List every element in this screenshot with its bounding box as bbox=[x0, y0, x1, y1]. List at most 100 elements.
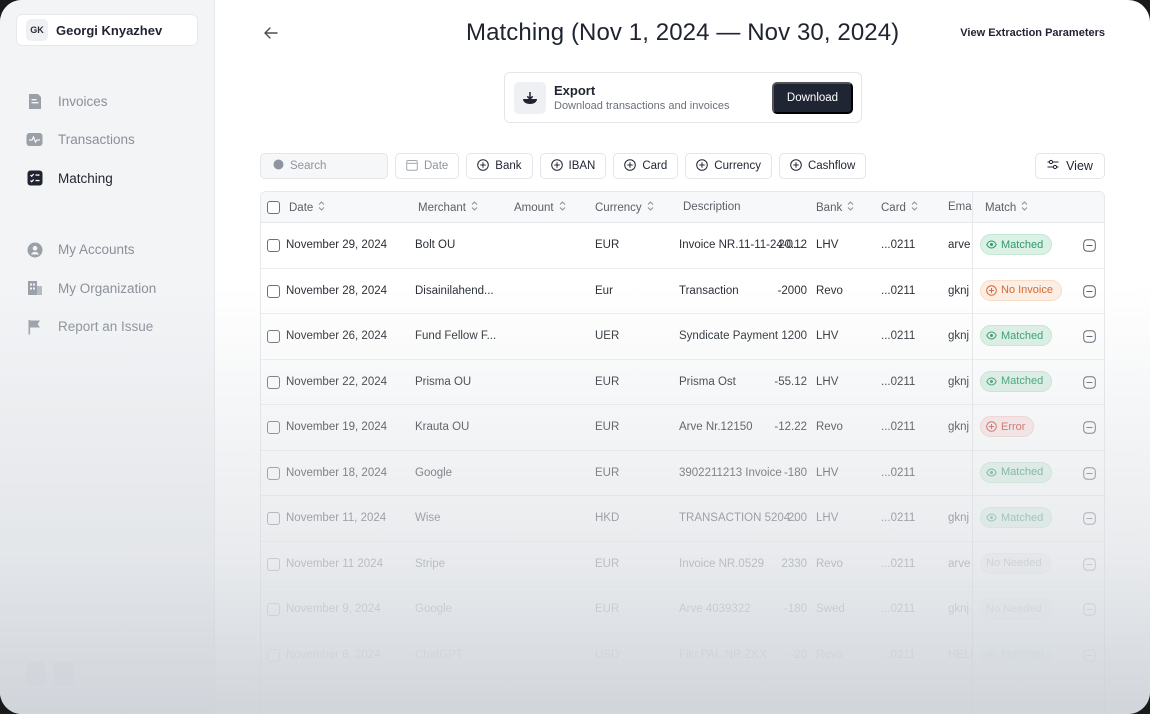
match-status-badge[interactable]: No Needed bbox=[980, 552, 1051, 574]
match-status-badge[interactable]: Error bbox=[980, 416, 1035, 437]
select-all-checkbox[interactable] bbox=[267, 201, 280, 214]
sort-icon bbox=[1021, 201, 1028, 214]
table-row[interactable]: November 6, 2024 ChatGPT -20 USD Fikr.PAL.NR… bbox=[261, 633, 1104, 678]
currency-filter[interactable]: Currency bbox=[685, 153, 772, 179]
row-checkbox[interactable] bbox=[267, 330, 280, 343]
match-status-label: No Invoice bbox=[1001, 284, 1053, 296]
sort-icon bbox=[318, 201, 325, 214]
match-status-label: No Needed bbox=[986, 602, 1042, 615]
table-row[interactable]: November 19, 2024 Krauta OÜ -12.22 EUR Arve … bbox=[261, 405, 1104, 451]
row-action-icon[interactable] bbox=[1083, 648, 1096, 662]
table-row[interactable]: November 9, 2024 Google -180 EUR Arve 403932… bbox=[261, 587, 1104, 633]
column-header-merchant[interactable]: Merchant bbox=[418, 201, 478, 214]
row-checkbox[interactable] bbox=[267, 421, 280, 434]
row-action-icon[interactable] bbox=[1083, 284, 1096, 298]
back-arrow-icon[interactable] bbox=[262, 24, 280, 42]
match-status-badge[interactable]: Matched bbox=[980, 370, 1053, 392]
column-header-currency[interactable]: Currency bbox=[595, 201, 654, 214]
column-header-card[interactable]: Card bbox=[881, 201, 918, 214]
sidebar-item-report-issue[interactable]: Report an Issue bbox=[26, 317, 156, 337]
row-checkbox[interactable] bbox=[267, 284, 280, 298]
export-title: Export bbox=[554, 83, 596, 98]
row-action-icon[interactable] bbox=[1083, 239, 1096, 252]
table-row[interactable]: November 11, 2024 Wise 200 HKD TRANSACTION 5… bbox=[261, 496, 1104, 542]
row-action-icon[interactable] bbox=[1083, 603, 1096, 616]
row-checkbox[interactable] bbox=[267, 557, 280, 571]
view-options-button[interactable]: View bbox=[1035, 153, 1105, 179]
row-checkbox[interactable] bbox=[267, 375, 280, 389]
sidebar-item-label: Invoices bbox=[58, 93, 108, 109]
table-row[interactable]: November 18, 2024 Google -180 EUR 3902211213… bbox=[261, 451, 1104, 496]
view-extraction-parameters-link[interactable]: View Extraction Parameters bbox=[960, 27, 1105, 39]
column-header-bank[interactable]: Bank bbox=[816, 201, 854, 214]
match-status-label: Matched bbox=[1001, 466, 1044, 478]
sidebar-item-transactions[interactable]: Transactions bbox=[26, 130, 156, 150]
column-header-match[interactable]: Match bbox=[985, 201, 1028, 214]
match-status-badge[interactable]: Matched bbox=[980, 643, 1053, 665]
cell-merchant: Bolt OÜ bbox=[415, 239, 456, 251]
sidebar-item-invoices[interactable]: Invoices bbox=[26, 91, 156, 111]
table-row[interactable]: November 29, 2024 Bolt OÜ 20.12 EUR Invoice … bbox=[261, 223, 1104, 269]
download-button[interactable]: Download bbox=[772, 82, 853, 114]
cell-merchant: Wise bbox=[415, 512, 441, 524]
cell-date: November 19, 2024 bbox=[286, 421, 388, 433]
row-checkbox[interactable] bbox=[267, 648, 280, 662]
cell-card: ...0211 bbox=[881, 239, 916, 251]
match-status-badge[interactable]: Matched bbox=[980, 234, 1053, 255]
cell-card: ...0211 bbox=[881, 512, 916, 524]
sidebar-item-my-accounts[interactable]: My Accounts bbox=[26, 240, 156, 260]
table-row[interactable]: November 11 2024 Stripe 2330 EUR Invoice NR.… bbox=[261, 542, 1104, 587]
cell-merchant: Stripe bbox=[415, 557, 446, 570]
match-status-badge[interactable]: No Invoice bbox=[980, 279, 1062, 301]
column-header-description[interactable]: Description bbox=[683, 201, 741, 213]
cell-date: November 18, 2024 bbox=[286, 466, 388, 479]
column-header-date[interactable]: Date bbox=[289, 201, 325, 214]
row-checkbox[interactable] bbox=[267, 512, 280, 525]
column-header-amount[interactable]: Amount bbox=[514, 201, 566, 214]
row-action-icon[interactable] bbox=[1083, 557, 1096, 571]
app-window: GK Georgi Knyazhev Invoices Transactions bbox=[0, 0, 1150, 714]
cell-bank: Revo bbox=[816, 557, 843, 570]
table-row[interactable]: November 28, 2024 Disainilahend... -2000 Eu… bbox=[261, 269, 1104, 314]
match-status-badge[interactable]: Matched bbox=[980, 325, 1053, 346]
row-action-icon[interactable] bbox=[1083, 375, 1096, 389]
sidebar-item-my-organization[interactable]: My Organization bbox=[26, 278, 156, 298]
row-checkbox[interactable] bbox=[267, 466, 280, 480]
row-action-icon[interactable] bbox=[1083, 330, 1096, 343]
search-input[interactable]: Search bbox=[260, 153, 388, 179]
cell-card: ...0211 bbox=[881, 330, 916, 342]
cashflow-filter[interactable]: Cashflow bbox=[778, 153, 867, 179]
cell-merchant: Fund Fellow F... bbox=[415, 330, 497, 342]
user-name: Georgi Knyazhev bbox=[56, 22, 163, 38]
account-icon bbox=[26, 241, 43, 258]
match-status-badge[interactable]: Matched bbox=[980, 461, 1053, 483]
plus-circle-icon bbox=[477, 158, 490, 174]
sidebar-item-label: Transactions bbox=[58, 132, 135, 147]
table-row[interactable]: November 22, 2024 Prisma OÜ -55.12 EUR Prism… bbox=[261, 360, 1104, 405]
cell-currency: USD bbox=[595, 648, 620, 661]
eye-icon bbox=[986, 649, 997, 660]
row-checkbox[interactable] bbox=[267, 239, 280, 252]
row-action-icon[interactable] bbox=[1083, 466, 1096, 480]
cell-bank: LHV bbox=[816, 239, 839, 251]
row-action-icon[interactable] bbox=[1083, 421, 1096, 434]
bank-filter[interactable]: Bank bbox=[466, 153, 533, 179]
main-content: Matching (Nov 1, 2024 — Nov 30, 2024) Vi… bbox=[216, 0, 1150, 714]
user-switcher[interactable]: GK Georgi Knyazhev bbox=[16, 14, 198, 46]
sliders-icon bbox=[1047, 159, 1059, 173]
cell-email: gknj bbox=[948, 603, 970, 615]
table-row[interactable]: November 26, 2024 Fund Fellow F... 1200 UER… bbox=[261, 314, 1104, 360]
match-status-label: Matched bbox=[1001, 375, 1044, 387]
plus-circle-icon bbox=[696, 158, 709, 174]
plus-circle-icon bbox=[790, 158, 802, 174]
cell-description: Transaction bbox=[679, 284, 739, 297]
row-action-icon[interactable] bbox=[1083, 512, 1096, 525]
sidebar-item-matching[interactable]: Matching bbox=[26, 168, 156, 188]
row-checkbox[interactable] bbox=[267, 603, 280, 616]
match-status-badge[interactable]: No Needed bbox=[980, 598, 1051, 619]
match-status-badge[interactable]: Matched bbox=[980, 507, 1053, 528]
iban-filter[interactable]: IBAN bbox=[539, 153, 607, 179]
date-filter[interactable]: Date bbox=[395, 153, 460, 179]
card-filter[interactable]: Card bbox=[613, 153, 679, 179]
column-header-email[interactable]: Email bbox=[948, 201, 972, 213]
